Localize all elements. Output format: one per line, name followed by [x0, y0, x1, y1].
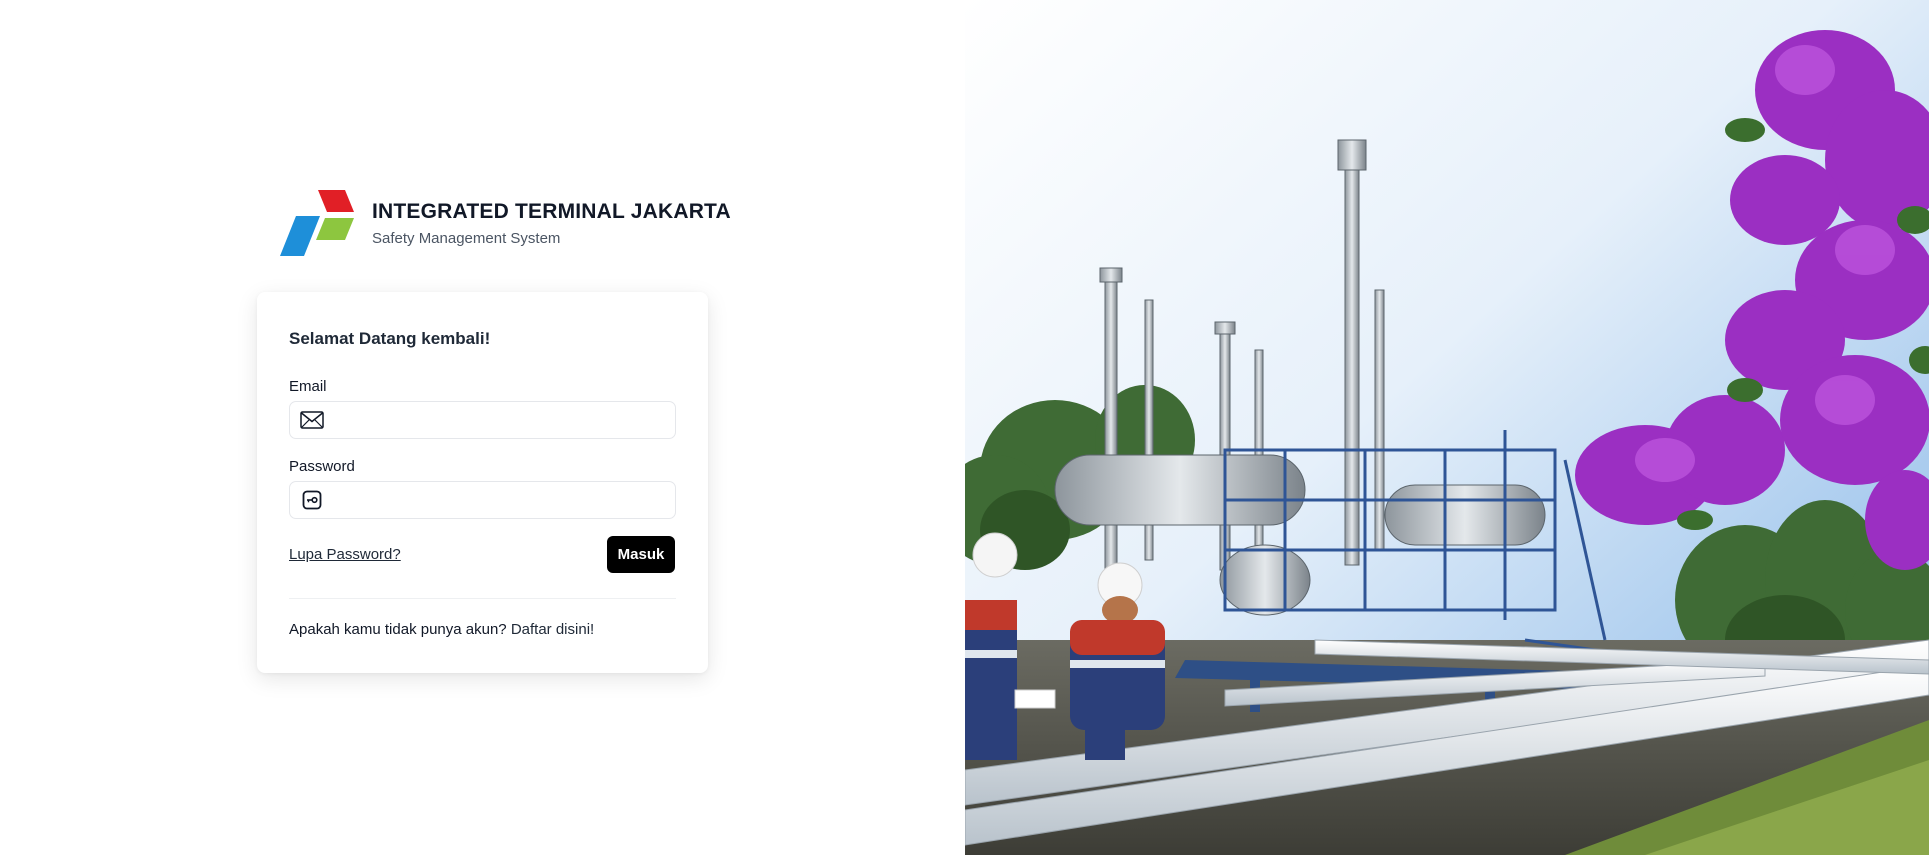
app-subtitle: Safety Management System: [372, 229, 561, 247]
login-button[interactable]: Masuk: [607, 536, 675, 573]
brand-header: INTEGRATED TERMINAL JAKARTA Safety Manag…: [280, 190, 731, 256]
industrial-terminal-photo: [965, 0, 1929, 855]
password-field-wrapper: [289, 481, 676, 519]
email-field-wrapper: [289, 401, 676, 439]
password-label: Password: [289, 458, 355, 475]
login-card: Selamat Datang kembali! Email Password L…: [257, 292, 708, 673]
envelope-icon: [290, 402, 334, 438]
signup-row: Apakah kamu tidak punya akun? Daftar dis…: [289, 621, 594, 638]
pertamina-logo-icon: [280, 190, 354, 256]
signup-link[interactable]: Daftar disini!: [511, 621, 594, 638]
divider: [289, 598, 676, 599]
login-pane: INTEGRATED TERMINAL JAKARTA Safety Manag…: [0, 0, 965, 855]
signup-prompt: Apakah kamu tidak punya akun?: [289, 621, 507, 638]
password-input[interactable]: [334, 483, 675, 517]
welcome-heading: Selamat Datang kembali!: [289, 329, 491, 348]
forgot-password-link[interactable]: Lupa Password?: [289, 546, 401, 563]
app-title: INTEGRATED TERMINAL JAKARTA: [372, 199, 731, 223]
key-icon: [290, 482, 334, 518]
email-input[interactable]: [334, 403, 675, 437]
hero-image: [965, 0, 1929, 855]
email-label: Email: [289, 378, 327, 395]
